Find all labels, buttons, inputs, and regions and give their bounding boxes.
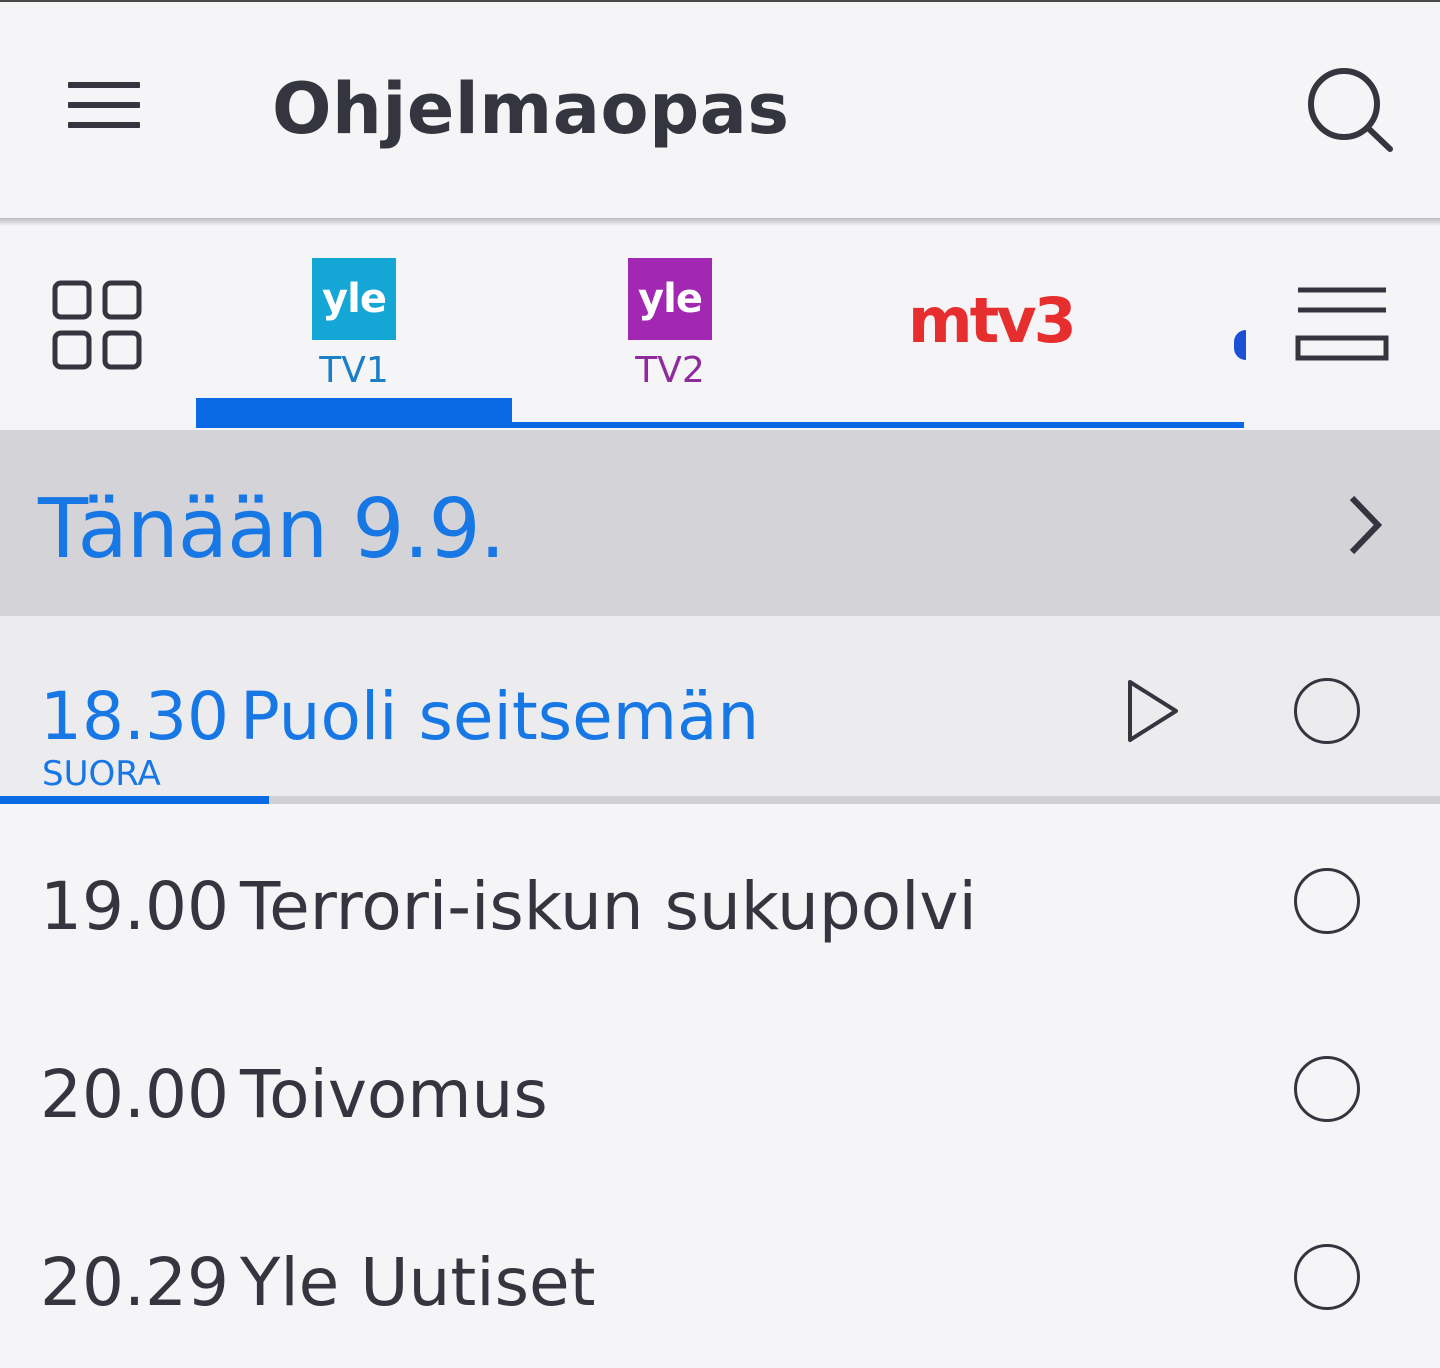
- yle-tv2-logo: yle: [628, 258, 712, 340]
- program-title: Toivomus: [240, 1056, 548, 1133]
- next-channel-logo[interactable]: [1234, 330, 1246, 360]
- program-row[interactable]: 20.29 Yle Uutiset: [0, 1182, 1440, 1368]
- reminder-circle-icon[interactable]: [1294, 1244, 1360, 1310]
- chevron-right-icon[interactable]: [1340, 490, 1390, 560]
- reminder-circle-icon[interactable]: [1294, 868, 1360, 934]
- date-selector[interactable]: Tänään 9.9.: [0, 430, 1440, 616]
- program-row[interactable]: 20.00 Toivomus: [0, 994, 1440, 1180]
- channel-tab-mtv3[interactable]: mtv3: [828, 226, 1144, 426]
- list-view-icon[interactable]: [1294, 284, 1390, 364]
- app-bar-shadow: [0, 218, 1440, 226]
- channel-label-tv2: TV2: [635, 350, 705, 391]
- page-title: Ohjelmaopas: [272, 68, 790, 150]
- live-badge: SUORA: [42, 754, 161, 794]
- channel-bar: yle TV1 yle TV2 mtv3: [0, 226, 1440, 430]
- program-title: Terrori-iskun sukupolvi: [240, 868, 977, 945]
- channel-label-tv1: TV1: [319, 350, 389, 391]
- play-icon[interactable]: [1122, 678, 1182, 744]
- live-progress-bar: [0, 796, 1440, 804]
- program-title: Yle Uutiset: [240, 1244, 596, 1321]
- program-row[interactable]: 19.00 Terrori-iskun sukupolvi: [0, 806, 1440, 992]
- program-time: 20.00: [40, 1056, 229, 1133]
- program-row-live[interactable]: 18.30 Puoli seitsemän SUORA: [0, 616, 1440, 804]
- program-title: Puoli seitsemän: [240, 678, 760, 755]
- mtv3-logo: mtv3: [908, 284, 1077, 357]
- program-time: 20.29: [40, 1244, 229, 1321]
- grid-view-icon[interactable]: [50, 278, 146, 374]
- reminder-circle-icon[interactable]: [1294, 1056, 1360, 1122]
- reminder-circle-icon[interactable]: [1294, 678, 1360, 744]
- search-icon[interactable]: [1300, 62, 1400, 162]
- program-time: 18.30: [40, 678, 229, 755]
- menu-icon[interactable]: [68, 82, 142, 132]
- selected-tab-indicator: [196, 398, 512, 424]
- yle-tv1-logo: yle: [312, 258, 396, 340]
- channel-tab-yle-tv1[interactable]: yle TV1: [196, 226, 512, 426]
- live-progress-fill: [0, 796, 270, 804]
- channel-tab-yle-tv2[interactable]: yle TV2: [512, 226, 828, 426]
- program-time: 19.00: [40, 868, 229, 945]
- date-label: Tänään 9.9.: [38, 482, 506, 577]
- app-bar: Ohjelmaopas: [0, 2, 1440, 218]
